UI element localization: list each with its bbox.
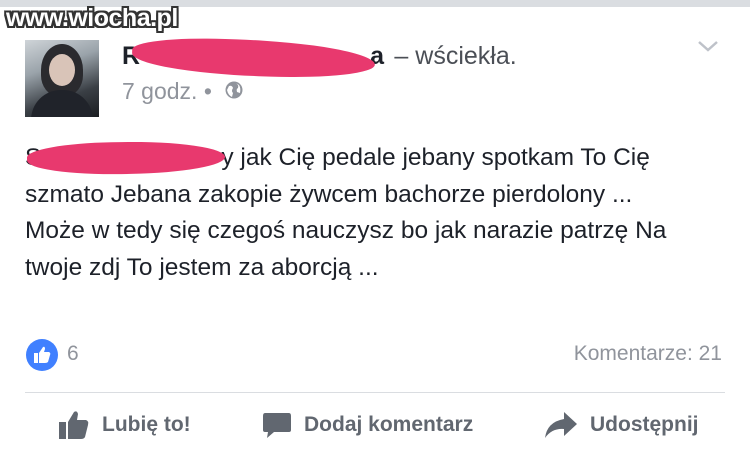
post-line-2: Może w tedy się czegoś nauczysz bo jak n…: [25, 217, 667, 281]
feeling-label: – wściekła.: [394, 42, 517, 70]
thumbs-up-icon: [59, 411, 89, 439]
like-label: Lubię to!: [102, 413, 191, 436]
avatar[interactable]: [25, 40, 99, 117]
post-meta: 7 godz. •: [122, 78, 244, 106]
divider: [25, 392, 725, 393]
like-reaction-icon[interactable]: [26, 339, 58, 371]
comment-icon: [263, 413, 291, 438]
watermark: www.wiocha.pl: [6, 4, 178, 32]
chevron-down-icon[interactable]: [696, 36, 720, 56]
share-button[interactable]: Udostępnij: [544, 408, 699, 442]
comment-count[interactable]: Komentarze: 21: [574, 342, 722, 366]
like-button[interactable]: Lubię to!: [58, 408, 191, 442]
comment-button[interactable]: Dodaj komentarz: [262, 408, 473, 442]
share-label: Udostępnij: [590, 413, 699, 436]
timestamp[interactable]: 7 godz.: [122, 78, 197, 104]
globe-icon[interactable]: [224, 79, 244, 106]
meta-separator: •: [203, 78, 212, 104]
comment-label: Dodaj komentarz: [304, 413, 474, 436]
share-icon: [545, 412, 577, 438]
like-count[interactable]: 6: [67, 342, 79, 366]
